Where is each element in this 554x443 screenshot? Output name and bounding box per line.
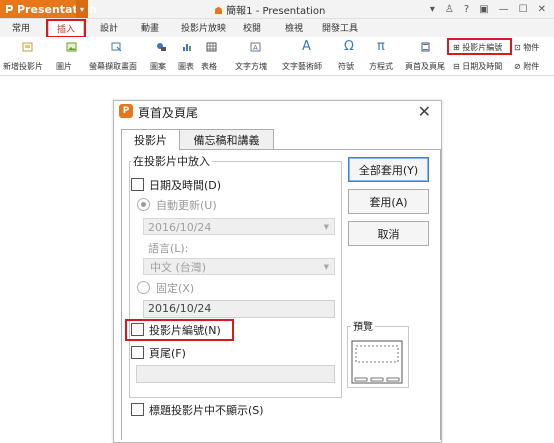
window-controls: ▾ ♙ ? ▣ — ☐ ✕: [430, 0, 554, 18]
svg-text:A: A: [253, 44, 258, 52]
wordart-icon: A: [302, 39, 311, 54]
highlight-slide-number-ribbon: [447, 38, 512, 55]
auto-date-value: 2016/10/24: [148, 221, 212, 234]
include-on-slide-label: 在投影片中放入: [131, 153, 212, 169]
dialog-title-bar: P 頁首及頁尾 ✕: [114, 101, 441, 123]
ribbon-display-icon[interactable]: ▣: [479, 4, 488, 15]
fixed-label: 固定(X): [156, 282, 195, 295]
help-icon[interactable]: ?: [464, 4, 469, 15]
equation-icon: π: [377, 39, 385, 54]
title-bar: Presentation ▾ ☗ 簡報1 - Presentation ▾ ♙ …: [0, 0, 554, 19]
date-time-checkbox[interactable]: [131, 178, 144, 191]
fixed-radio[interactable]: [137, 281, 150, 294]
chevron-down-icon: ▼: [323, 223, 329, 231]
apply-button[interactable]: 套用(A): [348, 189, 429, 214]
presentation-logo-icon: [4, 2, 14, 16]
dialog-app-icon: P: [119, 104, 133, 118]
preview-label: 預覽: [351, 318, 375, 333]
table-icon: [206, 42, 217, 52]
tab-home[interactable]: 常用: [12, 21, 30, 34]
language-label: 語言(L):: [148, 242, 189, 255]
preview-thumbnail: [351, 340, 403, 384]
dialog-close-icon[interactable]: ✕: [418, 102, 431, 121]
ribbon-object-label: 物件: [523, 43, 540, 52]
ribbon-attachment-label: 附件: [523, 62, 540, 71]
symbol-icon: Ω: [344, 39, 354, 54]
ribbon-wordart[interactable]: 文字藝術師: [282, 61, 322, 72]
cancel-button[interactable]: 取消: [348, 221, 429, 246]
date-time-icon: ⊟: [453, 62, 460, 71]
screenshot-icon: [111, 42, 122, 52]
object-icon: ⊡: [514, 43, 521, 52]
highlight-insert-tab: [46, 19, 86, 38]
ribbon-chart[interactable]: 圖表: [178, 61, 194, 72]
picture-icon: [66, 42, 77, 52]
maximize-icon[interactable]: ☐: [519, 4, 528, 15]
dialog-title: 頁首及頁尾: [138, 106, 199, 120]
new-slide-icon: [22, 42, 33, 52]
hide-on-title-checkbox[interactable]: [131, 403, 144, 416]
chart-icon: [183, 44, 191, 51]
document-icon: ☗: [214, 6, 223, 17]
footer-input[interactable]: [136, 365, 335, 383]
chevron-down-icon: ▼: [323, 263, 329, 271]
app-menu-arrow-icon[interactable]: ▾: [76, 0, 88, 18]
apply-all-button[interactable]: 全部套用(Y): [348, 157, 429, 182]
tab-review[interactable]: 校閱: [243, 21, 261, 34]
ribbon-table[interactable]: 表格: [201, 61, 217, 72]
minimize-icon[interactable]: —: [499, 4, 509, 15]
auto-date-combo[interactable]: 2016/10/24 ▼: [143, 218, 335, 235]
window-title: ☗ 簡報1 - Presentation: [214, 2, 325, 17]
user-icon[interactable]: ♙: [445, 4, 454, 15]
header-footer-dialog: P 頁首及頁尾 ✕ 投影片 備忘稿和講義 在投影片中放入 日期及時間(D) 自動…: [113, 100, 442, 443]
attachment-icon: ⊘: [514, 62, 521, 71]
ribbon-new-slide[interactable]: 新增投影片: [3, 61, 43, 72]
ribbon-object[interactable]: ⊡ 物件: [514, 42, 539, 53]
ribbon-attachment[interactable]: ⊘ 附件: [514, 61, 539, 72]
window-title-text: 簡報1 - Presentation: [226, 6, 326, 17]
tab-slideshow[interactable]: 投影片放映: [181, 21, 226, 34]
close-window-icon[interactable]: ✕: [538, 4, 546, 15]
tab-animations[interactable]: 動畫: [141, 21, 159, 34]
app-menu-button[interactable]: Presentation ▾: [0, 0, 97, 18]
language-value: 中文 (台灣): [150, 261, 207, 274]
ribbon-date-time-label: 日期及時間: [462, 62, 503, 71]
auto-update-radio[interactable]: [137, 198, 150, 211]
dialog-tab-slide[interactable]: 投影片: [121, 129, 180, 150]
footer-label: 頁尾(F): [149, 347, 186, 360]
hide-on-title-label: 標題投影片中不顯示(S): [149, 404, 264, 417]
pin-icon[interactable]: ▾: [430, 4, 435, 15]
dialog-tab-notes-handouts[interactable]: 備忘稿和講義: [179, 129, 274, 149]
ribbon-screenshot[interactable]: 螢幕擷取畫面: [89, 61, 137, 72]
ribbon-shapes[interactable]: 圖案: [150, 61, 166, 72]
tab-developer[interactable]: 開發工具: [322, 21, 358, 34]
auto-update-label: 自動更新(U): [156, 199, 217, 212]
ribbon-header-footer[interactable]: 頁首及頁尾: [405, 61, 445, 72]
date-time-label: 日期及時間(D): [149, 179, 222, 192]
language-combo[interactable]: 中文 (台灣) ▼: [143, 258, 335, 275]
ribbon-equation[interactable]: 方程式: [369, 61, 393, 72]
tab-design[interactable]: 設計: [100, 21, 118, 34]
header-footer-icon: [421, 42, 430, 52]
textbox-icon: A: [250, 42, 261, 52]
ribbon-date-time[interactable]: ⊟ 日期及時間: [453, 61, 502, 72]
ribbon-textbox[interactable]: 文字方塊: [235, 61, 267, 72]
ribbon-picture[interactable]: 圖片: [56, 61, 72, 72]
footer-checkbox[interactable]: [131, 346, 144, 359]
highlight-slide-number-option: [125, 319, 234, 341]
ribbon-symbol[interactable]: 符號: [338, 61, 354, 72]
fixed-date-input[interactable]: 2016/10/24: [143, 300, 335, 318]
shapes-icon: [157, 43, 166, 51]
tab-view[interactable]: 檢視: [285, 21, 303, 34]
